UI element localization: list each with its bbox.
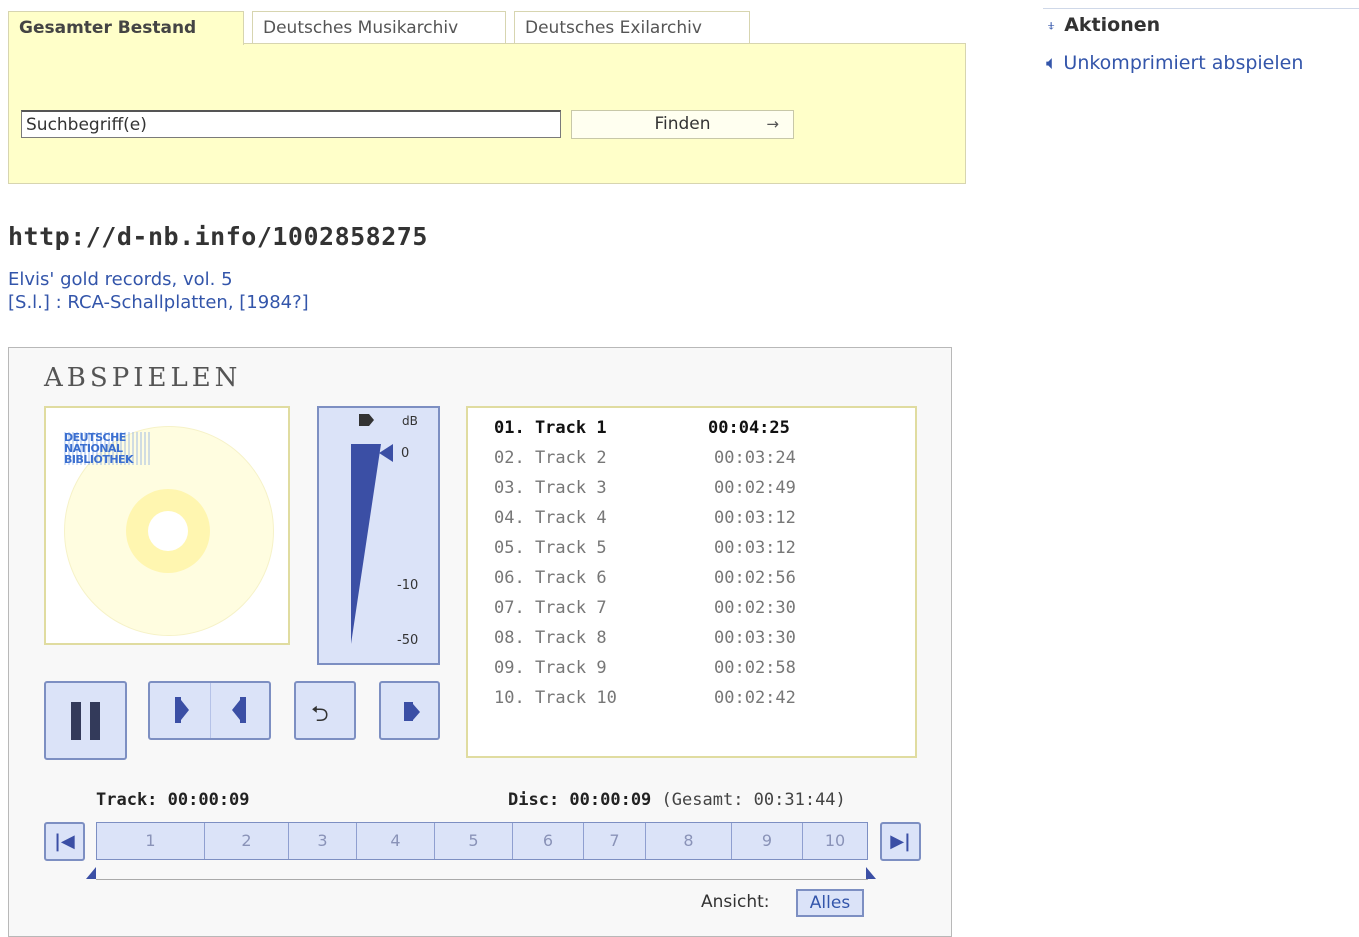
- last-track-button[interactable]: ▶|: [880, 822, 921, 861]
- track-row[interactable]: 08. Track 8 00:03:30: [494, 628, 894, 652]
- track-row[interactable]: 03. Track 3 00:02:49: [494, 478, 894, 502]
- track-row[interactable]: 07. Track 7 00:02:30: [494, 598, 894, 622]
- dnb-logo: DEUTSCHE NATIONAL BIBLIOTHEK: [64, 432, 150, 465]
- track-row[interactable]: 02. Track 2 00:03:24: [494, 448, 894, 472]
- track-list: 01. Track 1 00:04:25 02. Track 2 00:03:24 …: [466, 406, 917, 758]
- find-button[interactable]: Finden →: [571, 110, 794, 139]
- track-row[interactable]: 06. Track 6 00:02:56: [494, 568, 894, 592]
- segment-4[interactable]: 4: [357, 823, 435, 859]
- volume-level-0: 0: [401, 446, 410, 461]
- view-label: Ansicht:: [701, 892, 770, 912]
- record-url: http://d-nb.info/1002858275: [8, 222, 428, 251]
- volume-slider-handle[interactable]: [379, 444, 393, 462]
- record-title-link[interactable]: Elvis' gold records, vol. 5: [8, 269, 233, 290]
- db-unit-label: dB: [402, 414, 418, 428]
- volume-control[interactable]: dB 0 -10 -50: [317, 406, 440, 665]
- track-row[interactable]: 04. Track 4 00:03:12: [494, 508, 894, 532]
- repeat-button[interactable]: ⮌: [294, 681, 356, 740]
- speaker-icon: [404, 702, 420, 721]
- arrow-right-icon: →: [766, 115, 779, 133]
- total-time: (Gesamt: 00:31:44): [661, 790, 846, 810]
- actions-title: Aktionen: [1064, 14, 1161, 36]
- uncompressed-play-label: Unkomprimiert abspielen: [1063, 52, 1304, 74]
- view-all-button[interactable]: Alles: [796, 889, 864, 917]
- actions-heading: ⍖ Aktionen: [1046, 14, 1160, 36]
- segment-8[interactable]: 8: [646, 823, 732, 859]
- search-input[interactable]: [21, 110, 561, 138]
- volume-level-minus10: -10: [397, 578, 419, 593]
- skip-first-icon: |◀: [54, 831, 75, 852]
- track-row[interactable]: 01. Track 1 00:04:25: [494, 418, 894, 442]
- tab-gesamter-bestand[interactable]: Gesamter Bestand: [8, 11, 244, 45]
- balance-divider: [210, 683, 211, 738]
- volume-wedge: [351, 444, 381, 644]
- range-end-marker[interactable]: [866, 867, 876, 879]
- album-cover: DEUTSCHE NATIONAL BIBLIOTHEK: [44, 406, 290, 645]
- track-row[interactable]: 05. Track 5 00:03:12: [494, 538, 894, 562]
- segment-3[interactable]: 3: [289, 823, 357, 859]
- tab-deutsches-exilarchiv[interactable]: Deutsches Exilarchiv: [514, 11, 750, 43]
- track-row[interactable]: 09. Track 9 00:02:58: [494, 658, 894, 682]
- segment-2[interactable]: 2: [205, 823, 289, 859]
- skip-last-icon: ▶|: [890, 831, 911, 852]
- segment-6[interactable]: 6: [513, 823, 584, 859]
- track-segment-bar[interactable]: 1 2 3 4 5 6 7 8 9 10: [96, 822, 868, 860]
- pause-button[interactable]: [44, 681, 127, 760]
- uncompressed-play-link[interactable]: 🔈︎ Unkomprimiert abspielen: [1046, 52, 1303, 74]
- upload-icon: ⍖: [1046, 16, 1057, 36]
- mute-button[interactable]: [379, 681, 440, 740]
- disc-time-value: Disc: 00:00:09: [508, 790, 652, 810]
- record-publisher-link[interactable]: [S.l.] : RCA-Schallplatten, [1984?]: [8, 292, 309, 313]
- left-channel-icon: [175, 697, 189, 723]
- tab-deutsches-musikarchiv[interactable]: Deutsches Musikarchiv: [252, 11, 506, 43]
- segment-7[interactable]: 7: [584, 823, 646, 859]
- range-start-marker[interactable]: [86, 867, 96, 879]
- disc-time: Disc: 00:00:09 (Gesamt: 00:31:44): [508, 790, 846, 810]
- balance-button[interactable]: [148, 681, 271, 740]
- range-line: [96, 879, 868, 880]
- segment-9[interactable]: 9: [732, 823, 803, 859]
- segment-5[interactable]: 5: [435, 823, 513, 859]
- first-track-button[interactable]: |◀: [44, 822, 85, 861]
- player-heading: ABSPIELEN: [44, 363, 242, 393]
- segment-1[interactable]: 1: [97, 823, 205, 859]
- disc-hole: [148, 511, 188, 551]
- volume-level-minus50: -50: [397, 633, 419, 648]
- speaker-icon: 🔈︎: [1046, 52, 1058, 74]
- segment-10[interactable]: 10: [803, 823, 867, 859]
- track-row[interactable]: 10. Track 10 00:02:42: [494, 688, 894, 712]
- repeat-icon: ⮌: [311, 702, 329, 727]
- speaker-icon: [359, 414, 374, 426]
- right-channel-icon: [232, 697, 246, 723]
- find-button-label: Finden: [654, 114, 711, 134]
- track-time: Track: 00:00:09: [96, 790, 250, 810]
